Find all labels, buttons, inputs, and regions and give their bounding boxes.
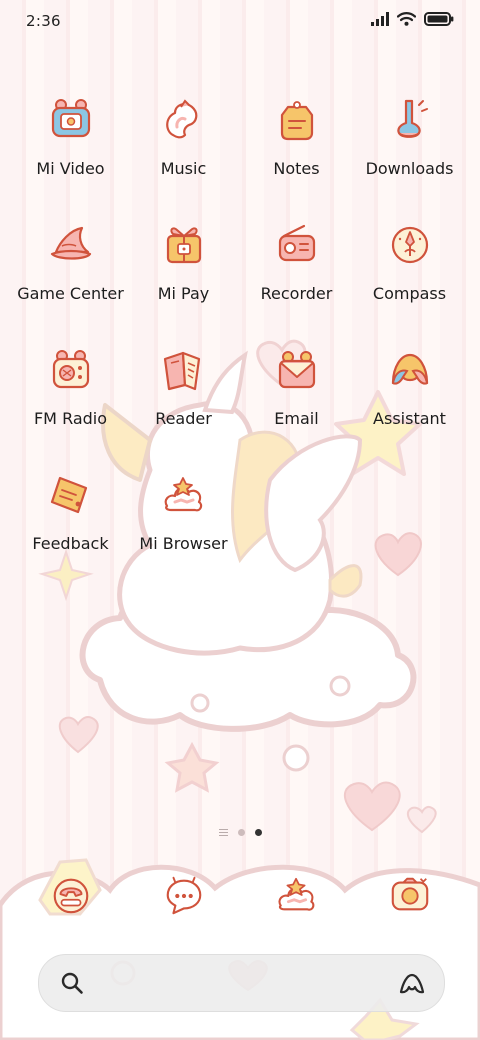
app-feedback[interactable]: Feedback	[14, 467, 127, 592]
dock	[14, 868, 466, 917]
app-label: Music	[160, 159, 207, 178]
app-label: Compass	[372, 284, 447, 303]
app-label: Recorder	[260, 284, 333, 303]
feedback-icon	[50, 476, 87, 514]
status-bar: 2:36	[0, 0, 480, 42]
app-mi-video[interactable]: Mi Video	[14, 92, 127, 217]
app-grid: Mi Video Music Notes Downloads Game Cent…	[14, 92, 466, 592]
notes-icon	[280, 101, 313, 141]
app-notes[interactable]: Notes	[240, 92, 353, 217]
app-label: Feedback	[32, 534, 109, 553]
mi-pay-icon	[166, 227, 201, 264]
page-dot	[237, 829, 245, 836]
status-time: 2:36	[26, 12, 61, 30]
signal-icon	[371, 12, 389, 26]
fm-radio-icon	[52, 350, 89, 389]
page-dot-active	[254, 829, 262, 836]
app-reader[interactable]: Reader	[127, 342, 240, 467]
dock-camera[interactable]	[353, 868, 466, 917]
app-label: Mi Video	[36, 159, 105, 178]
camera-icon	[391, 877, 428, 911]
app-fm-radio[interactable]: FM Radio	[14, 342, 127, 467]
compass-icon	[391, 226, 428, 264]
voice-assistant-icon[interactable]	[398, 969, 426, 997]
search-bar[interactable]	[38, 954, 445, 1012]
app-downloads[interactable]: Downloads	[353, 92, 466, 217]
messaging-icon	[166, 876, 201, 915]
app-assistant[interactable]: Assistant	[353, 342, 466, 467]
battery-icon	[424, 12, 454, 26]
wifi-icon	[397, 12, 416, 26]
app-mi-browser[interactable]: Mi Browser	[127, 467, 240, 592]
assistant-icon	[391, 353, 428, 385]
music-icon	[165, 99, 197, 139]
app-label: Game Center	[17, 284, 124, 303]
app-game-center[interactable]: Game Center	[14, 217, 127, 342]
status-icons	[371, 12, 454, 26]
app-compass[interactable]: Compass	[353, 217, 466, 342]
dock-browser[interactable]	[240, 868, 353, 917]
app-recorder[interactable]: Recorder	[240, 217, 353, 342]
reader-icon	[163, 351, 200, 391]
downloads-icon	[396, 99, 428, 138]
browser-icon	[277, 877, 314, 911]
mi-browser-icon	[164, 477, 202, 512]
app-label: FM Radio	[33, 409, 108, 428]
dock-phone[interactable]	[14, 868, 127, 917]
app-music[interactable]: Music	[127, 92, 240, 217]
game-center-icon	[50, 226, 91, 260]
app-label: Email	[274, 409, 319, 428]
app-label: Assistant	[373, 409, 446, 428]
app-label: Downloads	[365, 159, 454, 178]
email-icon	[278, 351, 315, 389]
recorder-icon	[278, 224, 315, 262]
app-label: Mi Browser	[139, 534, 228, 553]
app-mi-pay[interactable]: Mi Pay	[127, 217, 240, 342]
page-indicator[interactable]	[0, 829, 480, 836]
app-label: Mi Pay	[157, 284, 210, 303]
app-label: Notes	[273, 159, 320, 178]
mi-video-icon	[51, 99, 90, 138]
app-label: Reader	[155, 409, 212, 428]
list-view-icon	[218, 829, 228, 836]
app-email[interactable]: Email	[240, 342, 353, 467]
phone-icon	[53, 878, 88, 914]
dock-messaging[interactable]	[127, 868, 240, 917]
search-icon	[61, 972, 83, 994]
